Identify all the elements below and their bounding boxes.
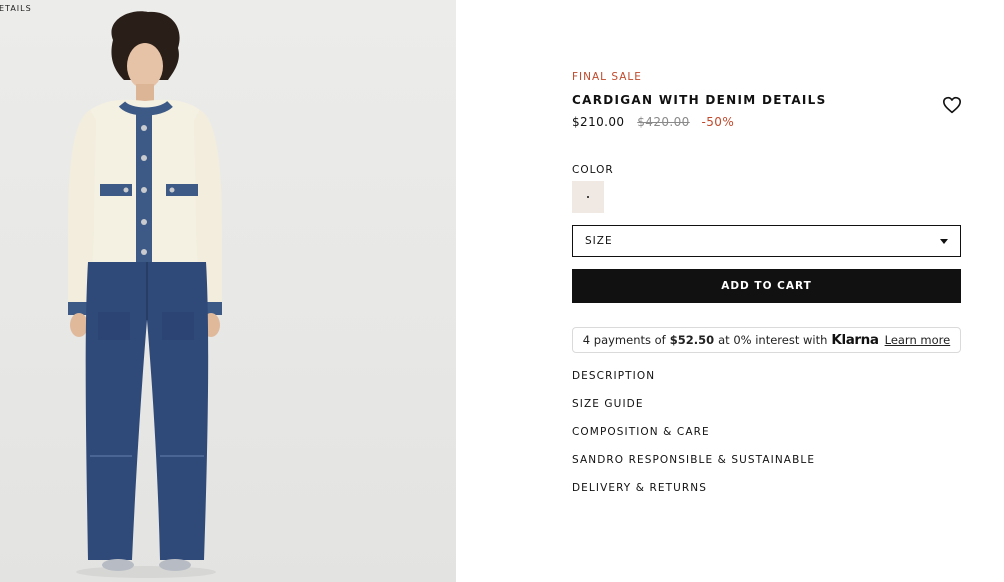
product-details-accordion: DESCRIPTION SIZE GUIDE COMPOSITION & CAR… — [572, 369, 961, 509]
product-photo[interactable]: ETAILS — [0, 0, 456, 582]
klarna-amount: $52.50 — [669, 333, 715, 347]
discount-percent: -50% — [701, 115, 735, 129]
add-to-cart-button[interactable]: ADD TO CART — [572, 269, 961, 303]
klarna-logo: Klarna — [831, 332, 879, 348]
swatch-selected-dot — [587, 196, 589, 198]
klarna-prefix: 4 payments of — [582, 333, 666, 347]
klarna-banner: 4 payments of $52.50 at 0% interest with… — [572, 327, 961, 353]
price-row: $210.00 $420.00 -50% — [572, 115, 734, 129]
size-dropdown-label: SIZE — [585, 235, 613, 247]
accordion-size-guide[interactable]: SIZE GUIDE — [572, 397, 961, 425]
accordion-description[interactable]: DESCRIPTION — [572, 369, 961, 397]
color-swatch-selected[interactable] — [572, 181, 604, 213]
product-title: CARDIGAN WITH DENIM DETAILS — [572, 93, 827, 107]
klarna-middle: at 0% interest with — [718, 333, 828, 347]
model-illustration — [68, 11, 222, 578]
color-label: COLOR — [572, 164, 614, 176]
heart-outline-icon — [942, 96, 961, 114]
caret-down-icon — [940, 239, 948, 244]
original-price: $420.00 — [637, 115, 690, 129]
product-info-panel: FINAL SALE CARDIGAN WITH DENIM DETAILS $… — [572, 0, 962, 582]
final-sale-badge: FINAL SALE — [572, 71, 642, 83]
current-price: $210.00 — [572, 115, 625, 129]
klarna-learn-more-link[interactable]: Learn more — [885, 333, 951, 347]
accordion-composition-care[interactable]: COMPOSITION & CARE — [572, 425, 961, 453]
size-dropdown[interactable]: SIZE — [572, 225, 961, 257]
wishlist-button[interactable] — [942, 96, 962, 114]
accordion-delivery-returns[interactable]: DELIVERY & RETURNS — [572, 481, 961, 509]
accordion-responsible-sustainable[interactable]: SANDRO RESPONSIBLE & SUSTAINABLE — [572, 453, 961, 481]
